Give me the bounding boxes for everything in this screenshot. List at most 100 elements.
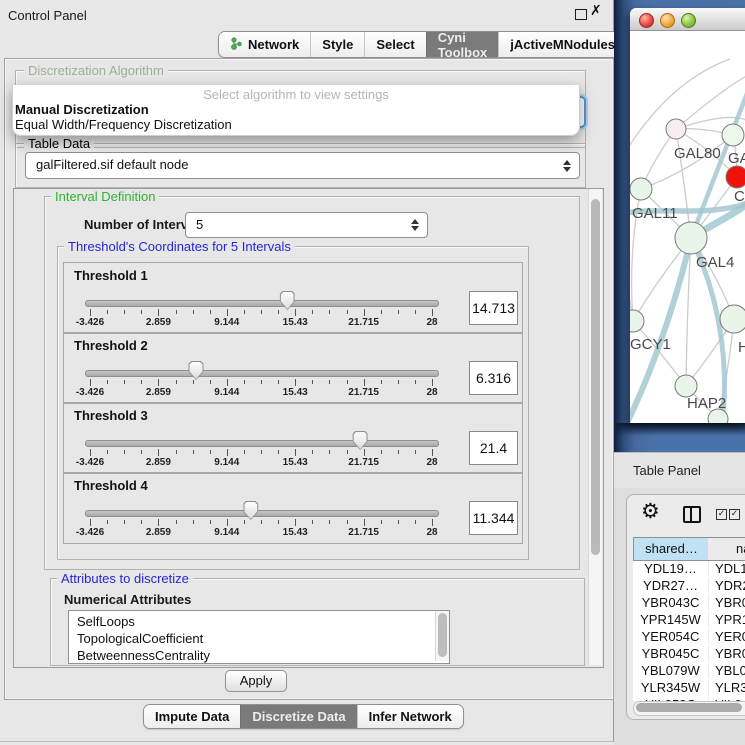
table-data-combobox[interactable]: galFiltered.sif default node — [25, 152, 580, 179]
cell-name: YPR1 — [708, 612, 745, 627]
table-row[interactable]: YBL079WYBL0 — [633, 663, 745, 680]
table-row[interactable]: YDR27…YDR2 — [633, 578, 745, 595]
checkbox-icon[interactable]: ✓ — [729, 509, 740, 520]
network-window-titlebar[interactable] — [630, 8, 745, 31]
tab-style[interactable]: Style — [310, 32, 364, 57]
table-row[interactable]: YER054CYER0 — [633, 629, 745, 646]
table-row[interactable]: YDL19…YDL1 — [633, 561, 745, 578]
scrollbar-thumb[interactable] — [591, 199, 600, 555]
tab-impute-data[interactable]: Impute Data — [144, 705, 240, 728]
tick-label: 15.43 — [283, 387, 308, 398]
numerical-attributes-label: Numerical Attributes — [64, 592, 191, 607]
slider-tick — [158, 449, 159, 456]
tab-label: jActiveMNodules — [510, 37, 615, 52]
vertical-scrollbar[interactable] — [588, 189, 602, 665]
close-icon[interactable]: ✗ — [590, 3, 602, 19]
network-node[interactable] — [675, 375, 697, 397]
column-header[interactable]: na — [708, 537, 745, 561]
tick-label: 21.715 — [348, 387, 379, 398]
slider-track[interactable] — [85, 370, 439, 377]
scrollbar-thumb[interactable] — [636, 703, 742, 712]
list-scrollbar[interactable] — [435, 611, 449, 661]
gear-icon[interactable]: ⚙ — [641, 499, 660, 523]
minimize-traffic-light-icon[interactable] — [660, 13, 675, 28]
threshold-value-field[interactable]: 21.4 — [469, 431, 518, 465]
slider-tick — [329, 310, 330, 314]
table-row[interactable]: YBR045CYBR0 — [633, 646, 745, 663]
close-traffic-light-icon[interactable] — [639, 13, 654, 28]
scrollbar-thumb[interactable] — [438, 613, 447, 657]
slider-tick — [432, 519, 433, 526]
slider-tick — [381, 310, 382, 314]
slider-tick — [347, 310, 348, 314]
numerical-attributes-list[interactable]: SelfLoopsTopologicalCoefficientBetweenne… — [68, 610, 450, 664]
tab-infer-network[interactable]: Infer Network — [357, 705, 463, 728]
list-item[interactable]: TopologicalCoefficient — [69, 630, 449, 647]
network-node[interactable] — [720, 305, 745, 333]
zoom-traffic-light-icon[interactable] — [681, 13, 696, 28]
spinner-value: 5 — [196, 217, 203, 232]
slider-tick — [227, 449, 228, 456]
tick-label: -3.426 — [76, 527, 104, 538]
table-row[interactable]: YPR145WYPR1 — [633, 612, 745, 629]
threshold-label: Threshold 1 — [74, 268, 148, 283]
table-row[interactable]: YBR043CYBR0 — [633, 595, 745, 612]
slider-tick — [244, 310, 245, 314]
threshold-value-field[interactable]: 11.344 — [469, 501, 518, 535]
tab-select[interactable]: Select — [364, 32, 425, 57]
table-row[interactable]: YLR345WYLR3 — [633, 680, 745, 697]
slider-tick — [244, 380, 245, 384]
tab-discretize-data[interactable]: Discretize Data — [240, 705, 356, 728]
list-item[interactable]: SelfLoops — [69, 613, 449, 630]
list-item[interactable]: BetweennessCentrality — [69, 647, 449, 664]
combo-value: galFiltered.sif default node — [36, 157, 188, 172]
network-canvas[interactable]: GAL80GACGAL11GAL4GCY1HHAP2 — [630, 31, 745, 423]
network-node[interactable] — [722, 124, 744, 146]
network-edge[interactable] — [633, 321, 686, 386]
apply-button[interactable]: Apply — [225, 670, 287, 692]
tick-label: 15.43 — [283, 317, 308, 328]
tick-label: 28 — [426, 387, 437, 398]
tab-cyni-toolbox[interactable]: Cyni Toolbox — [426, 32, 499, 57]
number-of-intervals-spinner[interactable]: 5 — [185, 212, 428, 238]
slider-tick — [261, 520, 262, 524]
network-node[interactable] — [675, 222, 707, 254]
slider-tick — [90, 519, 91, 526]
bottom-tab-strip: Impute DataDiscretize DataInfer Network — [143, 704, 464, 729]
slider-track[interactable] — [85, 300, 439, 307]
combo-arrows-icon — [563, 159, 572, 173]
tick-label: -3.426 — [76, 317, 104, 328]
slider-track[interactable] — [85, 440, 439, 447]
slider-tick — [107, 310, 108, 314]
slider-thumb[interactable] — [280, 291, 295, 310]
window-title: Control Panel — [8, 8, 87, 23]
network-node[interactable] — [630, 310, 644, 332]
slider-tick — [381, 450, 382, 454]
tab-network[interactable]: Network — [219, 32, 310, 57]
slider-thumb[interactable] — [189, 361, 204, 380]
tick-label: 2.859 — [146, 317, 171, 328]
column-header[interactable]: shared… — [633, 537, 710, 561]
slider-tick — [124, 520, 125, 524]
popup-option[interactable]: Equal Width/Frequency Discretization — [15, 117, 232, 132]
horizontal-scrollbar[interactable] — [633, 701, 745, 716]
slider-track[interactable] — [85, 510, 439, 517]
threshold-value-field[interactable]: 6.316 — [469, 361, 518, 395]
slider-thumb[interactable] — [243, 501, 258, 520]
slider-tick — [124, 310, 125, 314]
network-node[interactable] — [726, 166, 745, 188]
threshold-label: Threshold 2 — [74, 338, 148, 353]
network-node[interactable] — [630, 178, 652, 200]
slider-tick — [141, 520, 142, 524]
popup-option[interactable]: Manual Discretization — [15, 102, 149, 117]
threshold-value-field[interactable]: 14.713 — [469, 291, 518, 325]
slider-tick — [295, 379, 296, 386]
network-node[interactable] — [666, 119, 686, 139]
slider-thumb[interactable] — [353, 431, 368, 450]
float-window-icon[interactable] — [575, 9, 587, 20]
slider-tick — [107, 450, 108, 454]
checkbox-icon[interactable]: ✓ — [716, 509, 727, 520]
split-column-icon[interactable] — [683, 506, 701, 523]
tab-jactivemnodules[interactable]: jActiveMNodules — [498, 32, 626, 57]
slider-tick — [90, 379, 91, 386]
